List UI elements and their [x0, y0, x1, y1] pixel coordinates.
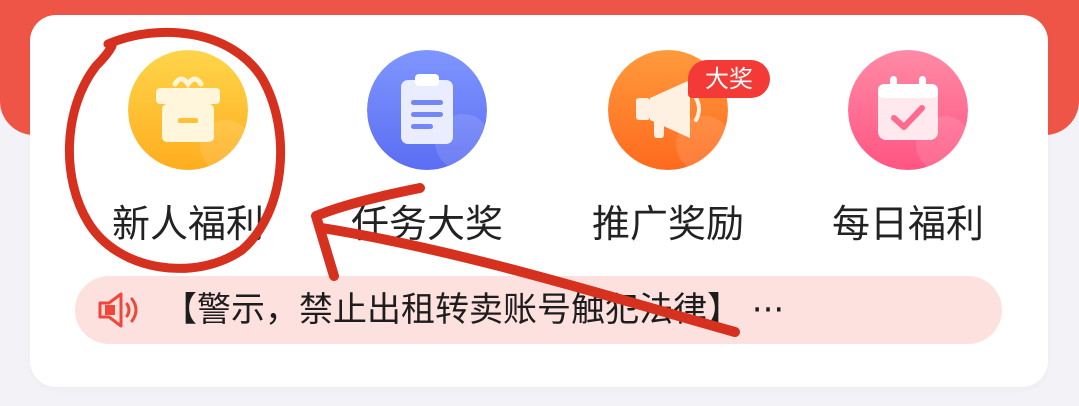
- menu-item-daily-welfare[interactable]: 每日福利: [808, 50, 1008, 260]
- gift-box-icon: [128, 50, 248, 170]
- notice-text: 【警示，禁止出租转卖账号触犯法律】 ···: [163, 290, 785, 330]
- menu-item-newbie-welfare[interactable]: 新人福利: [88, 50, 288, 260]
- menu-item-label: 推广奖励: [591, 202, 744, 246]
- prize-badge: 大奖: [688, 60, 770, 98]
- calendar-check-icon: [848, 50, 968, 170]
- menu-item-label: 每日福利: [831, 202, 984, 246]
- notice-bar[interactable]: 【警示，禁止出租转卖账号触犯法律】 ···: [75, 276, 1002, 344]
- speaker-icon: [97, 290, 141, 330]
- clipboard-icon: [367, 50, 487, 170]
- menu-item-label: 任务大奖: [350, 202, 503, 246]
- menu-item-label: 新人福利: [111, 202, 264, 246]
- menu-card: 新人福利 任务大奖 推广奖励 每日福利 大奖 【警示，禁止出租转卖账号触犯法律】…: [30, 15, 1048, 387]
- menu-item-task-prize[interactable]: 任务大奖: [327, 50, 527, 260]
